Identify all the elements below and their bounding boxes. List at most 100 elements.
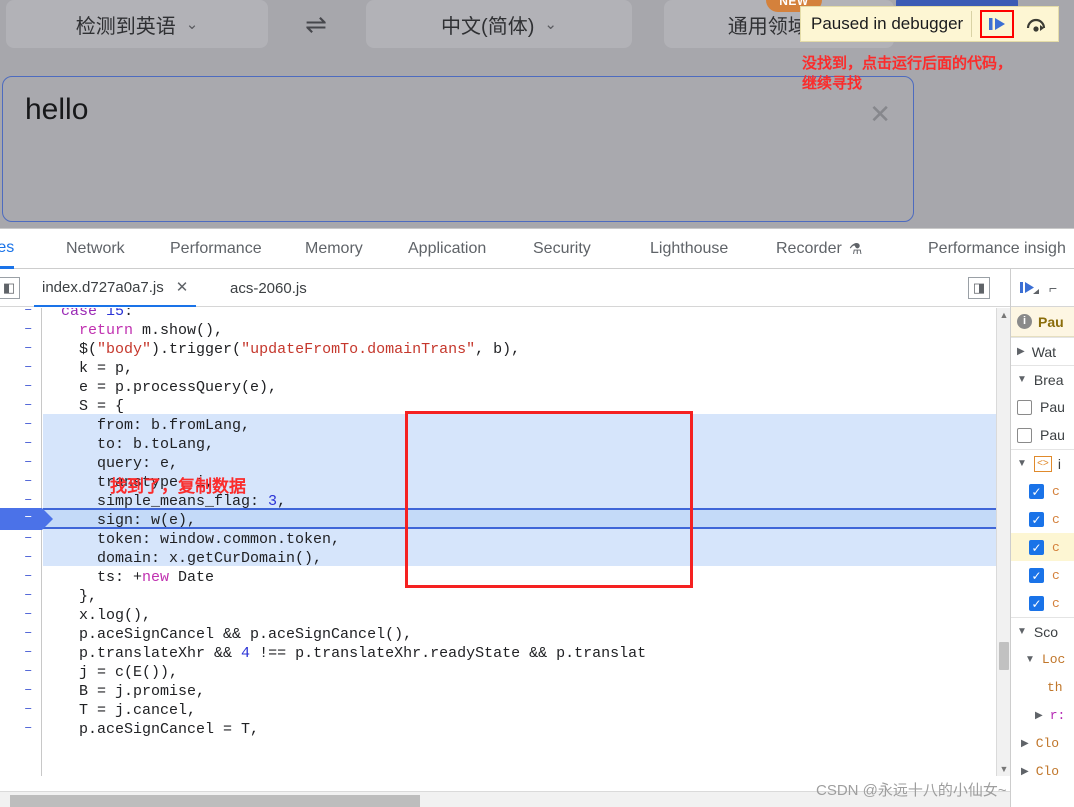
- scrollbar-thumb[interactable]: [999, 642, 1009, 670]
- devtools-tab-application[interactable]: Application: [408, 229, 486, 269]
- checkbox[interactable]: ✓: [1029, 483, 1044, 499]
- local-scope-row[interactable]: ▼ Loc: [1011, 645, 1074, 673]
- resume-script-button[interactable]: [980, 10, 1015, 38]
- breakpoint-row[interactable]: ✓ c: [1011, 589, 1074, 617]
- line-number[interactable]: –: [24, 321, 38, 340]
- step-over-icon[interactable]: ⌐: [1049, 280, 1057, 296]
- line-number[interactable]: –: [24, 378, 38, 397]
- line-number[interactable]: –: [24, 435, 38, 454]
- checkbox[interactable]: [1017, 399, 1032, 415]
- devtools-tab-performance[interactable]: Performance: [170, 229, 262, 269]
- breakpoint-row[interactable]: ✓ c: [1011, 533, 1074, 561]
- line-number[interactable]: –: [24, 473, 38, 492]
- editor-vertical-scrollbar[interactable]: ▲ ▼: [996, 308, 1010, 776]
- file-tab-label: acs-2060.js: [230, 279, 307, 297]
- tab-label: Application: [408, 240, 487, 257]
- checkbox[interactable]: ✓: [1029, 539, 1044, 555]
- annotation-red-box: [405, 411, 693, 588]
- scope-section-header[interactable]: ▼ Sco: [1011, 617, 1074, 645]
- code-line: j = c(E()),: [79, 664, 179, 681]
- breakpoint-label: c: [1052, 539, 1060, 555]
- breakpoint-row[interactable]: ✓ c: [1011, 505, 1074, 533]
- local-item-r[interactable]: ▶ r:: [1011, 701, 1074, 729]
- checkbox[interactable]: [1017, 427, 1032, 443]
- devtools-window: rces Network Performance Memory Application S…: [0, 228, 1074, 807]
- variable-label: r:: [1049, 707, 1066, 723]
- show-navigator-icon[interactable]: ◧: [0, 277, 20, 299]
- line-number[interactable]: –: [24, 663, 38, 682]
- line-number[interactable]: –: [24, 606, 38, 625]
- scrollbar-thumb[interactable]: [10, 795, 420, 807]
- target-language-label: 中文(简体): [441, 15, 535, 38]
- line-number[interactable]: –: [24, 568, 38, 587]
- devtools-tab-memory[interactable]: Memory: [305, 229, 363, 269]
- chevron-down-icon: ⌄: [544, 15, 557, 33]
- checkbox[interactable]: ✓: [1029, 511, 1044, 527]
- line-number[interactable]: –: [24, 720, 38, 739]
- target-language-selector[interactable]: 中文(简体) ⌄: [366, 0, 632, 48]
- checkbox[interactable]: ✓: [1029, 567, 1044, 583]
- file-tab-label: index.d727a0a7.js: [42, 278, 164, 296]
- watch-label: Wat: [1031, 343, 1057, 360]
- execution-pointer: –: [0, 508, 53, 530]
- code-line: return m.show(),: [79, 322, 224, 339]
- devtools-tab-lighthouse[interactable]: Lighthouse: [650, 229, 728, 269]
- file-tab[interactable]: acs-2060.js: [222, 269, 315, 307]
- code-line: e = p.processQuery(e),: [79, 379, 278, 396]
- pause-option-row[interactable]: Pau: [1011, 393, 1074, 421]
- line-number[interactable]: –: [24, 549, 38, 568]
- show-debugger-icon[interactable]: ◨: [968, 277, 990, 299]
- breakpoint-row[interactable]: ✓ c: [1011, 477, 1074, 505]
- line-number[interactable]: –: [24, 454, 38, 473]
- swap-languages-icon[interactable]: ⇌: [296, 8, 336, 40]
- closure-row[interactable]: ▶ Clo: [1011, 757, 1074, 785]
- line-number[interactable]: –: [24, 587, 38, 606]
- line-number[interactable]: –: [24, 308, 38, 321]
- breakpoint-group-header[interactable]: ▼ <> i: [1011, 449, 1074, 477]
- checkbox[interactable]: ✓: [1029, 595, 1044, 611]
- line-number[interactable]: –: [24, 359, 38, 378]
- line-number[interactable]: –: [24, 682, 38, 701]
- line-number[interactable]: –: [24, 416, 38, 435]
- code-line: p.aceSignCancel && p.aceSignCancel(),: [79, 626, 413, 643]
- file-tab[interactable]: index.d727a0a7.js ✕: [34, 269, 197, 307]
- pause-option-row[interactable]: Pau: [1011, 421, 1074, 449]
- devtools-tabbar: rces Network Performance Memory Application S…: [0, 229, 1074, 269]
- devtools-tab-rces[interactable]: rces: [0, 229, 15, 269]
- devtools-tab-network[interactable]: Network: [66, 229, 125, 269]
- debugger-toolbar: ⌐: [1011, 269, 1074, 307]
- source-language-selector[interactable]: 检测到英语 ⌄: [6, 0, 268, 48]
- breakpoint-label: c: [1052, 483, 1060, 499]
- breakpoint-row[interactable]: ✓ c: [1011, 561, 1074, 589]
- this-label: th: [1047, 679, 1063, 695]
- devtools-tab-recorder[interactable]: Recorder ⚗: [776, 229, 862, 269]
- breakpoint-list: ✓ c ✓ c ✓ c ✓ c ✓ c: [1011, 477, 1074, 617]
- step-over-button[interactable]: [1020, 10, 1052, 38]
- close-icon[interactable]: ✕: [869, 99, 891, 130]
- source-language-label: 检测到英语: [75, 15, 176, 38]
- code-line: $("body").trigger("updateFromTo.domainTr…: [79, 341, 521, 358]
- line-number-gutter[interactable]: – – – – – – – – – – – – – – – – – – – – – – –: [0, 308, 53, 776]
- code-editor[interactable]: – – – – – – – – – – – – – – – – – – – – – – – case 15: return …: [0, 308, 1010, 776]
- annotation-top-note: 没找到，点击运行后面的代码， 继续寻找: [802, 55, 1013, 92]
- closure-row[interactable]: ▶ Clo: [1011, 729, 1074, 757]
- source-text-value[interactable]: hello: [25, 93, 88, 127]
- line-number[interactable]: –: [24, 644, 38, 663]
- line-number[interactable]: –: [24, 340, 38, 359]
- chevron-right-icon: ▶: [1021, 737, 1029, 749]
- line-number[interactable]: –: [24, 701, 38, 720]
- line-number[interactable]: –: [24, 625, 38, 644]
- devtools-tab-performance-insigh[interactable]: Performance insigh: [928, 229, 1066, 269]
- watch-section-header[interactable]: ▶ Wat: [1011, 337, 1074, 365]
- resume-icon[interactable]: [1019, 280, 1039, 296]
- devtools-tab-security[interactable]: Security: [533, 229, 591, 269]
- close-icon[interactable]: ✕: [176, 278, 189, 296]
- line-number[interactable]: –: [24, 530, 38, 549]
- local-item-this[interactable]: th: [1011, 673, 1074, 701]
- line-number[interactable]: –: [24, 397, 38, 416]
- source-text-card[interactable]: hello ✕: [2, 76, 914, 222]
- chevron-down-icon: ▼: [1017, 626, 1027, 637]
- breakpoints-section-header[interactable]: ▼ Brea: [1011, 365, 1074, 393]
- scroll-down-icon[interactable]: ▼: [997, 762, 1010, 776]
- scroll-up-icon[interactable]: ▲: [997, 308, 1010, 322]
